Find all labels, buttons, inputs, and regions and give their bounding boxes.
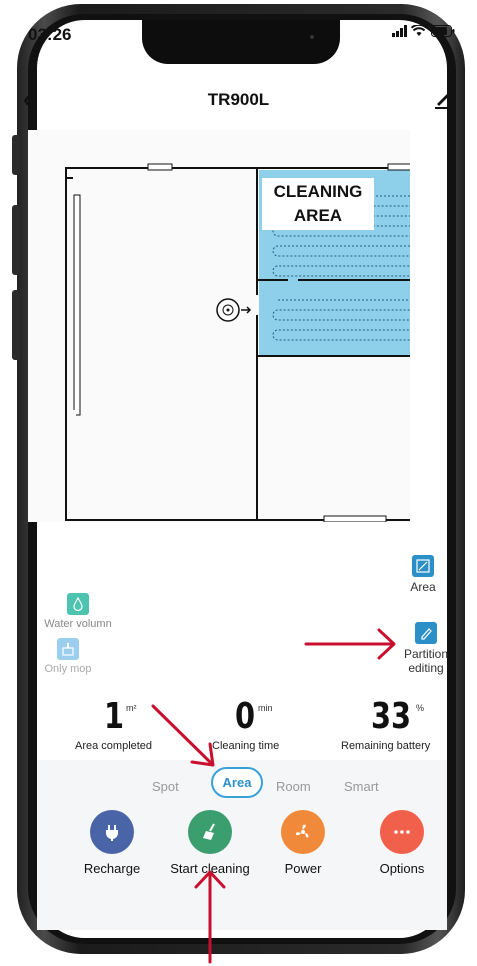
annotation-arrows (151, 628, 396, 964)
